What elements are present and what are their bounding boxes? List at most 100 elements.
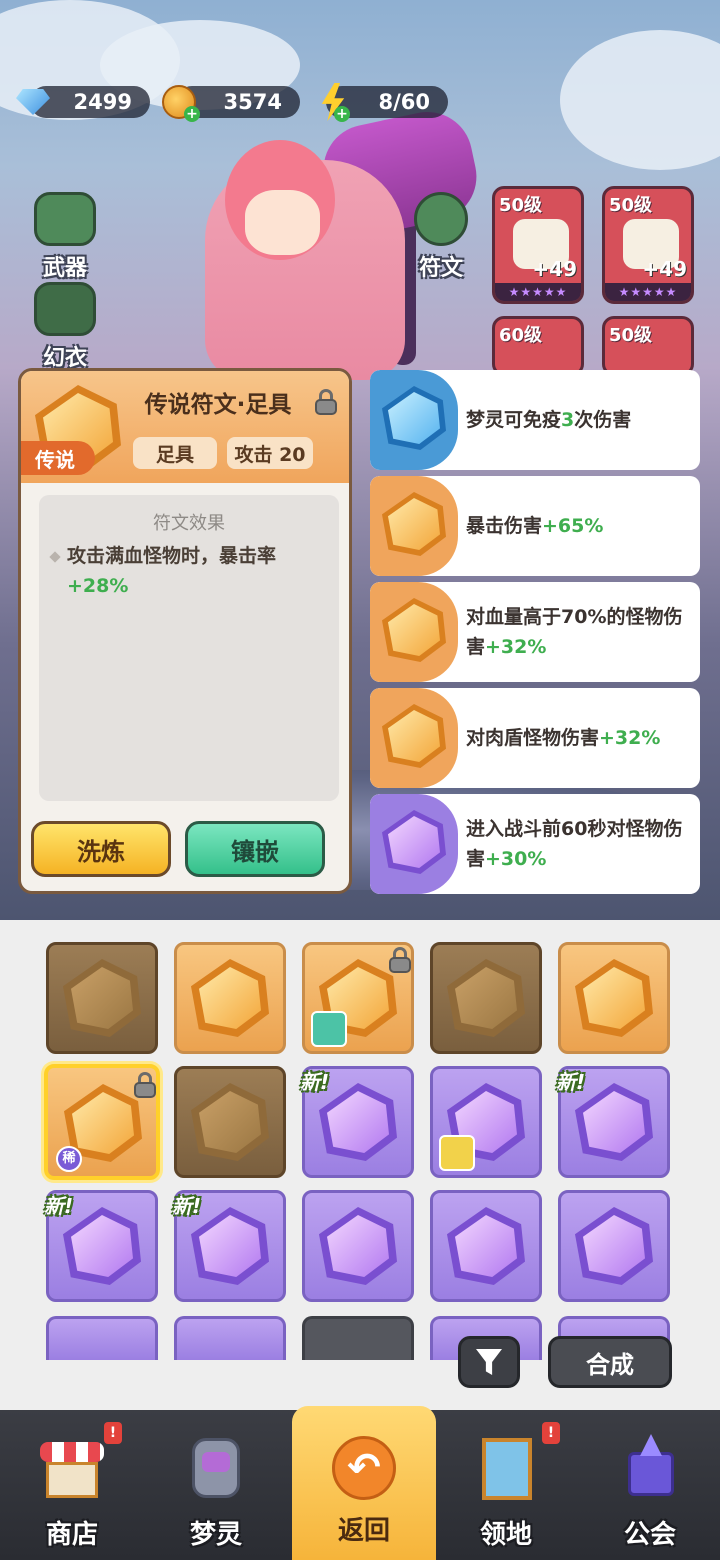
nav-shop-label: 商店 bbox=[45, 1520, 98, 1550]
nav-territory[interactable]: ! 领地 bbox=[434, 1410, 578, 1560]
weapon-label: 武器 bbox=[42, 256, 87, 281]
inventory-cell[interactable] bbox=[558, 942, 670, 1054]
star-rating: ★★★★★ bbox=[495, 283, 581, 301]
effect-text-main: 攻击满血怪物时，暴击率 bbox=[67, 545, 277, 567]
attribute-text: 对肉盾怪物伤害+32% bbox=[466, 727, 661, 749]
rune-effect-box: 符文效果 攻击满血怪物时，暴击率 +28% bbox=[39, 495, 339, 801]
effect-text-value: +28% bbox=[67, 575, 129, 597]
attribute-row[interactable]: 对血量高于70%的怪物伤害+32% bbox=[370, 582, 700, 682]
territory-notification-badge: ! bbox=[542, 1422, 560, 1444]
hero-face bbox=[245, 190, 320, 255]
bullet-icon bbox=[49, 551, 61, 563]
equipped-character-avatar bbox=[439, 1135, 475, 1171]
equipment-level: 50级 bbox=[499, 195, 543, 216]
attribute-icon-bg bbox=[370, 794, 458, 894]
star-rating: ★★★★★ bbox=[605, 283, 691, 301]
nav-back-label: 返回 bbox=[337, 1516, 390, 1546]
rune-icon bbox=[414, 192, 468, 246]
inventory-cell[interactable] bbox=[174, 1316, 286, 1360]
new-badge: 新! bbox=[556, 1070, 586, 1094]
attribute-icon-bg bbox=[370, 370, 458, 470]
rune-title: 传说符文·足具 bbox=[144, 392, 292, 418]
attribute-text: 对血量高于70%的怪物伤害+32% bbox=[466, 606, 683, 658]
filter-icon bbox=[476, 1349, 502, 1375]
merge-button[interactable]: 合成 bbox=[548, 1336, 672, 1388]
attribute-text: 暴击伤害+65% bbox=[466, 515, 604, 537]
cloud-decoration bbox=[560, 30, 720, 170]
shop-icon bbox=[36, 1432, 108, 1504]
equipment-enhance: +49 bbox=[532, 257, 577, 281]
rarity-ribbon: 传说 bbox=[21, 441, 95, 475]
nav-guild[interactable]: 公会 bbox=[578, 1410, 720, 1560]
weapon-icon bbox=[34, 192, 96, 246]
nav-spirit[interactable]: 梦灵 bbox=[144, 1410, 288, 1560]
equipped-character-avatar bbox=[311, 1011, 347, 1047]
equipment-level: 60级 bbox=[499, 325, 543, 346]
equipment-level: 50级 bbox=[609, 195, 653, 216]
rune-button[interactable]: 符文 bbox=[396, 192, 486, 282]
equipment-slot-helmet[interactable]: 60级 bbox=[492, 316, 584, 376]
equipment-level: 50级 bbox=[609, 325, 653, 346]
new-badge: 新! bbox=[172, 1194, 202, 1218]
effect-description: 攻击满血怪物时，暴击率 +28% bbox=[67, 541, 317, 601]
gem-icon bbox=[12, 82, 54, 122]
nav-guild-label: 公会 bbox=[623, 1520, 676, 1550]
energy-count: 8/60 bbox=[378, 90, 430, 114]
coin-count: 3574 bbox=[223, 90, 282, 114]
inventory-cell[interactable] bbox=[558, 1190, 670, 1302]
attribute-icon-bg bbox=[370, 582, 458, 682]
coin-add-icon[interactable]: + bbox=[184, 106, 200, 122]
outfit-button[interactable]: 幻衣 bbox=[20, 282, 110, 372]
inventory-cell[interactable] bbox=[46, 1316, 158, 1360]
energy-add-icon[interactable]: + bbox=[334, 106, 350, 122]
new-badge: 新! bbox=[44, 1194, 74, 1218]
inventory-cell-selected[interactable]: 稀 bbox=[44, 1064, 160, 1180]
lock-icon[interactable] bbox=[315, 389, 337, 415]
rare-badge: 稀 bbox=[56, 1146, 82, 1172]
weapon-button[interactable]: 武器 bbox=[20, 192, 110, 282]
shop-notification-badge: ! bbox=[104, 1422, 122, 1444]
inventory-cell[interactable] bbox=[430, 942, 542, 1054]
attribute-text: 进入战斗前60秒对怪物伤害+30% bbox=[466, 818, 683, 870]
gem-count: 2499 bbox=[73, 90, 132, 114]
nav-back[interactable]: ↶ 返回 bbox=[292, 1406, 436, 1560]
nav-spirit-label: 梦灵 bbox=[189, 1520, 242, 1550]
bottom-navigation: ! 商店 梦灵 ↶ 返回 ! 领地 公会 bbox=[0, 1406, 720, 1560]
inventory-cell[interactable] bbox=[302, 1316, 414, 1360]
inlay-button[interactable]: 镶嵌 bbox=[185, 821, 325, 877]
inventory-cell[interactable] bbox=[46, 942, 158, 1054]
inventory-cell[interactable] bbox=[174, 942, 286, 1054]
lock-icon bbox=[134, 1072, 156, 1098]
refine-button[interactable]: 洗炼 bbox=[31, 821, 171, 877]
castle-icon bbox=[614, 1432, 686, 1504]
inventory-cell[interactable] bbox=[174, 1066, 286, 1178]
shirt-icon bbox=[34, 282, 96, 336]
back-arrow-icon: ↶ bbox=[328, 1432, 400, 1504]
inventory-cell[interactable] bbox=[302, 942, 414, 1054]
attribute-row[interactable]: 梦灵可免疫3次伤害 bbox=[370, 370, 700, 470]
attribute-row[interactable]: 对肉盾怪物伤害+32% bbox=[370, 688, 700, 788]
inventory-cell[interactable] bbox=[430, 1066, 542, 1178]
equipment-slot-shoes[interactable]: 50级 +49 ★★★★★ bbox=[492, 186, 584, 304]
attack-tag: 攻击 20 bbox=[227, 437, 313, 469]
inventory-cell[interactable] bbox=[430, 1190, 542, 1302]
effect-title: 符文效果 bbox=[153, 513, 225, 534]
nav-territory-label: 领地 bbox=[479, 1520, 532, 1550]
slot-tag: 足具 bbox=[133, 437, 217, 469]
attribute-text: 梦灵可免疫3次伤害 bbox=[466, 409, 632, 431]
robot-icon bbox=[180, 1432, 252, 1504]
nav-shop[interactable]: ! 商店 bbox=[0, 1410, 144, 1560]
attribute-icon-bg bbox=[370, 688, 458, 788]
attribute-row[interactable]: 暴击伤害+65% bbox=[370, 476, 700, 576]
attribute-icon-bg bbox=[370, 476, 458, 576]
attribute-row[interactable]: 进入战斗前60秒对怪物伤害+30% bbox=[370, 794, 700, 894]
new-badge: 新! bbox=[300, 1070, 330, 1094]
rune-label: 符文 bbox=[418, 256, 463, 281]
inventory-cell[interactable] bbox=[302, 1190, 414, 1302]
equipment-enhance: +49 bbox=[642, 257, 687, 281]
equipment-slot-accessory[interactable]: 50级 bbox=[602, 316, 694, 376]
equipment-slot-armor[interactable]: 50级 +49 ★★★★★ bbox=[602, 186, 694, 304]
lock-icon bbox=[389, 947, 411, 973]
filter-button[interactable] bbox=[458, 1336, 520, 1388]
door-icon bbox=[470, 1432, 542, 1504]
